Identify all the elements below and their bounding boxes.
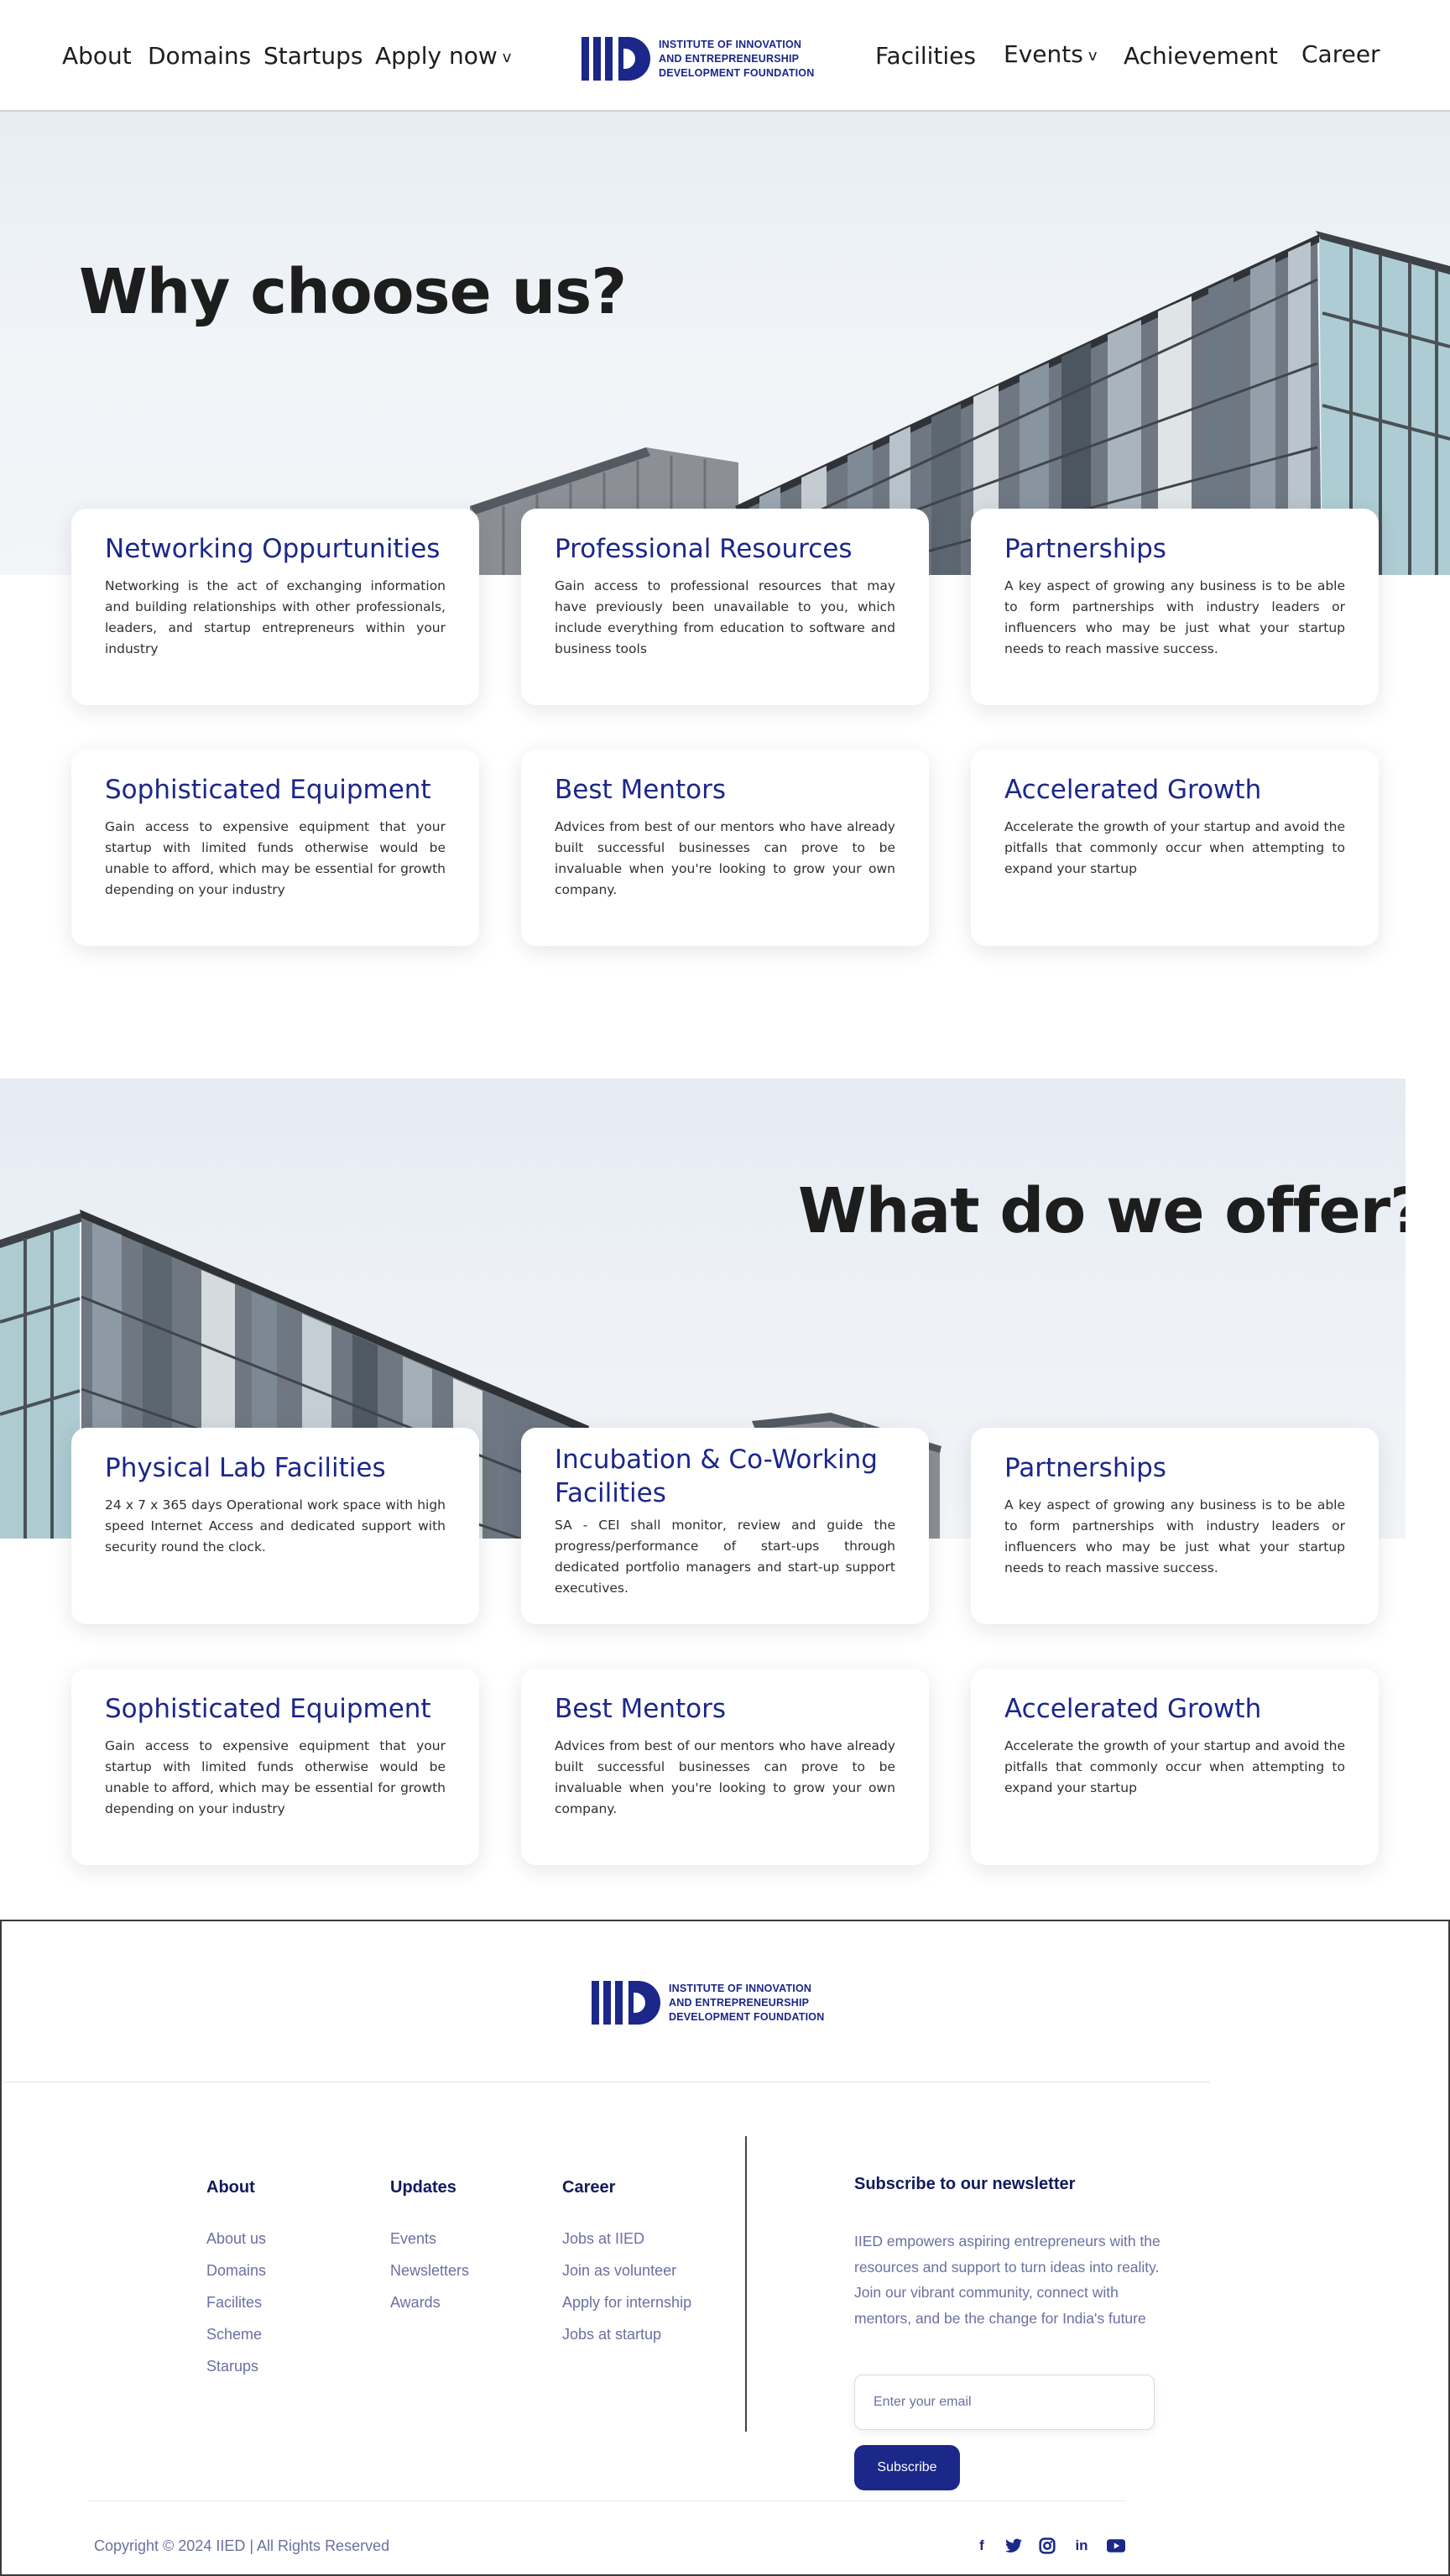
iied-logo-icon [582, 37, 650, 81]
why-choose-us-hero: Why choose us? [0, 112, 1450, 575]
offer-card: Incubation & Co-Working Facilities SA - … [521, 1428, 929, 1624]
feature-card: Sophisticated Equipment Gain access to e… [71, 750, 479, 946]
section-title-what-do-we-offer: What do we offer? [798, 1175, 1406, 1247]
card-title: Physical Lab Facilities [105, 1453, 386, 1483]
footer-link[interactable]: Events [390, 2230, 436, 2248]
card-text: 24 x 7 x 365 days Operational work space… [105, 1497, 446, 1554]
footer-vertical-divider [745, 2136, 747, 2432]
newsletter-heading: Subscribe to our newsletter [854, 2175, 1076, 2193]
offer-card: Accelerated Growth Accelerate the growth… [971, 1669, 1379, 1865]
card-title: Best Mentors [555, 1694, 726, 1724]
footer-link[interactable]: About us [206, 2230, 266, 2248]
nav-achievement[interactable]: Achievement [1124, 42, 1278, 70]
card-title: Sophisticated Equipment [105, 775, 431, 805]
offer-card: Sophisticated Equipment Gain access to e… [71, 1669, 479, 1865]
subscribe-button[interactable]: Subscribe [854, 2445, 960, 2490]
card-title: Incubation & Co-Working Facilities [555, 1445, 878, 1508]
nav-apply-now-label: Apply now [375, 42, 498, 70]
nav-events[interactable]: Events v [1004, 40, 1097, 68]
card-text: SA - CEI shall monitor, review and guide… [555, 1518, 895, 1596]
footer-link[interactable]: Newsletters [390, 2262, 469, 2280]
card-title: Partnerships [1004, 1453, 1166, 1483]
footer-bottom-divider [89, 2500, 1126, 2501]
nav-events-label: Events [1004, 40, 1083, 68]
card-text: A key aspect of growing any business is … [1004, 1497, 1345, 1575]
card-text: Gain access to expensive equipment that … [105, 1738, 446, 1816]
footer-link[interactable]: Facilites [206, 2294, 262, 2312]
nav-startups[interactable]: Startups [263, 42, 363, 70]
instagram-icon[interactable] [1037, 2536, 1057, 2556]
card-title: Partnerships [1004, 534, 1166, 564]
email-input[interactable] [854, 2375, 1155, 2430]
footer-link[interactable]: Join as volunteer [562, 2262, 676, 2280]
footer-link[interactable]: Apply for internship [562, 2294, 691, 2312]
logo-text: INSTITUTE OF INNOVATION AND ENTREPRENEUR… [669, 1982, 825, 2023]
feature-card: Professional Resources Gain access to pr… [521, 509, 929, 705]
feature-card: Best Mentors Advices from best of our me… [521, 750, 929, 946]
card-text: Gain access to professional resources th… [555, 578, 895, 656]
card-text: Advices from best of our mentors who hav… [555, 1738, 895, 1816]
chevron-down-icon: v [1088, 47, 1098, 65]
section-title-why-choose-us: Why choose us? [79, 256, 627, 328]
offer-card: Physical Lab Facilities 24 x 7 x 365 day… [71, 1428, 479, 1624]
youtube-icon[interactable] [1106, 2536, 1126, 2556]
footer-link[interactable]: Domains [206, 2262, 266, 2280]
nav-domains[interactable]: Domains [148, 42, 251, 70]
footer-heading-updates: Updates [390, 2178, 456, 2197]
feature-card: Accelerated Growth Accelerate the growth… [971, 750, 1379, 946]
facebook-icon[interactable]: f [972, 2536, 992, 2556]
iied-logo-icon [592, 1981, 660, 2025]
offer-card: Best Mentors Advices from best of our me… [521, 1669, 929, 1865]
footer-heading-career: Career [562, 2178, 616, 2197]
linkedin-icon[interactable]: in [1072, 2536, 1092, 2556]
site-header: About Domains Startups Apply now v INSTIT… [0, 0, 1450, 112]
newsletter-description: IIED empowers aspiring entrepreneurs wit… [854, 2233, 1161, 2327]
chevron-down-icon: v [502, 49, 512, 66]
footer-logo[interactable]: INSTITUTE OF INNOVATION AND ENTREPRENEUR… [592, 1981, 824, 2025]
nav-about[interactable]: About [62, 42, 132, 70]
nav-facilities[interactable]: Facilities [875, 42, 976, 70]
nav-apply-now[interactable]: Apply now v [375, 42, 511, 70]
feature-card: Partnerships A key aspect of growing any… [971, 509, 1379, 705]
twitter-icon[interactable] [1004, 2536, 1024, 2556]
card-title: Networking Oppurtunities [105, 534, 441, 564]
footer-link[interactable]: Awards [390, 2294, 441, 2312]
card-text: Accelerate the growth of your startup an… [1004, 1738, 1345, 1795]
card-text: Advices from best of our mentors who hav… [555, 819, 895, 897]
offer-card: Partnerships A key aspect of growing any… [971, 1428, 1379, 1624]
card-title: Accelerated Growth [1004, 1694, 1262, 1724]
logo-text: INSTITUTE OF INNOVATION AND ENTREPRENEUR… [659, 38, 815, 79]
card-title: Sophisticated Equipment [105, 1694, 431, 1724]
feature-card: Networking Oppurtunities Networking is t… [71, 509, 479, 705]
card-title: Best Mentors [555, 775, 726, 805]
copyright-text: Copyright © 2024 IIED | All Rights Reser… [94, 2537, 390, 2554]
site-footer: INSTITUTE OF INNOVATION AND ENTREPRENEUR… [0, 1920, 1450, 2576]
card-text: Accelerate the growth of your startup an… [1004, 819, 1345, 876]
card-text: Networking is the act of exchanging info… [105, 578, 446, 656]
footer-link[interactable]: Jobs at IIED [562, 2230, 644, 2248]
footer-link[interactable]: Starups [206, 2358, 258, 2375]
nav-career[interactable]: Career [1301, 40, 1380, 68]
card-text: A key aspect of growing any business is … [1004, 578, 1345, 656]
card-title: Professional Resources [555, 534, 853, 564]
building-image [470, 231, 1450, 575]
header-logo[interactable]: INSTITUTE OF INNOVATION AND ENTREPRENEUR… [582, 37, 814, 81]
card-title: Accelerated Growth [1004, 775, 1262, 805]
footer-heading-about: About [206, 2178, 255, 2197]
footer-link[interactable]: Scheme [206, 2326, 262, 2343]
card-text: Gain access to expensive equipment that … [105, 819, 446, 897]
footer-link[interactable]: Jobs at startup [562, 2326, 661, 2343]
